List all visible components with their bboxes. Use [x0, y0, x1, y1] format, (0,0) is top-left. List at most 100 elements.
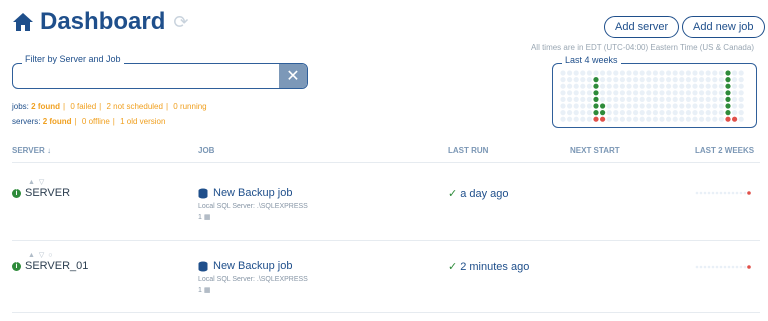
last-2-weeks-sparkline — [695, 191, 751, 195]
grid-cell — [699, 103, 705, 109]
jobs-running-link[interactable]: 0 running — [173, 102, 206, 111]
grid-cell — [738, 103, 744, 109]
sparkline-dot — [699, 191, 703, 195]
job-link[interactable]: New Backup job — [198, 260, 293, 272]
job-name: New Backup job — [213, 260, 293, 272]
info-icon[interactable]: i — [12, 188, 21, 198]
page-title: Dashboard — [40, 8, 166, 35]
server-name[interactable]: SERVER — [25, 187, 70, 199]
grid-cell — [659, 83, 665, 89]
grid-cell — [633, 83, 639, 89]
last-run: ✓ 2 minutes ago — [448, 261, 530, 273]
grid-cell — [685, 116, 691, 122]
grid-cell — [725, 116, 731, 122]
job-count: 1 ▦ — [198, 214, 211, 221]
column-last-2-weeks[interactable]: LAST 2 WEEKS — [695, 146, 754, 155]
refresh-icon[interactable]: ⟳ — [173, 13, 188, 31]
jobs-found-link[interactable]: 2 found — [31, 102, 60, 111]
grid-cell — [633, 77, 639, 83]
job-link[interactable]: New Backup job — [198, 187, 293, 199]
servers-old-version-link[interactable]: 1 old version — [120, 117, 165, 126]
grid-cell — [619, 116, 625, 122]
filter-box: ✕ — [12, 63, 308, 89]
page-header: Dashboard ⟳ — [12, 8, 188, 36]
grid-cell — [705, 110, 711, 116]
filter-input[interactable] — [19, 64, 283, 88]
grid-cell — [580, 77, 586, 83]
grid-cell — [672, 110, 678, 116]
jobs-failed-link[interactable]: 0 failed — [70, 102, 96, 111]
clear-filter-button[interactable]: ✕ — [279, 64, 307, 88]
grid-cell — [626, 77, 632, 83]
job-source: Local SQL Server: .\SQLEXPRESS — [198, 276, 308, 283]
column-server[interactable]: SERVER ↓ — [12, 146, 51, 155]
grid-cell — [725, 96, 731, 102]
grid-cell — [738, 116, 744, 122]
grid-cell — [672, 70, 678, 76]
grid-cell — [738, 90, 744, 96]
grid-cell — [560, 70, 566, 76]
servers-found-link[interactable]: 2 found — [43, 117, 72, 126]
add-server-button[interactable]: Add server — [604, 16, 680, 38]
grid-cell — [619, 90, 625, 96]
sparkline-dot — [711, 191, 715, 195]
grid-cell — [626, 103, 632, 109]
database-icon — [198, 188, 208, 198]
grid-cell — [600, 96, 606, 102]
database-icon — [198, 261, 208, 271]
sparkline-dot — [739, 191, 743, 195]
grid-cell — [666, 90, 672, 96]
grid-cell — [725, 103, 731, 109]
grid-cell — [586, 70, 592, 76]
servers-label: servers: — [12, 117, 41, 126]
grid-cell — [613, 110, 619, 116]
home-icon[interactable] — [12, 12, 34, 32]
grid-cell — [679, 77, 685, 83]
sparkline-dot — [727, 265, 731, 269]
sparkline-dot — [719, 265, 723, 269]
grid-cell — [666, 83, 672, 89]
grid-cell — [619, 70, 625, 76]
servers-offline-link[interactable]: 0 offline — [82, 117, 110, 126]
grid-cell — [560, 116, 566, 122]
grid-cell — [593, 110, 599, 116]
grid-cell — [633, 96, 639, 102]
grid-cell — [639, 90, 645, 96]
column-job[interactable]: JOB — [198, 146, 214, 155]
grid-cell — [725, 77, 731, 83]
grid-cell — [633, 103, 639, 109]
sparkline-dot — [731, 265, 735, 269]
check-icon: ✓ — [448, 188, 458, 200]
grid-cell — [619, 83, 625, 89]
add-job-button[interactable]: Add new job — [682, 16, 765, 38]
grid-cell — [659, 90, 665, 96]
server-name[interactable]: SERVER_01 — [25, 260, 88, 272]
grid-cell — [652, 77, 658, 83]
grid-cell — [586, 103, 592, 109]
calendar-icon: ▦ — [203, 214, 211, 221]
grid-cell — [586, 96, 592, 102]
grid-cell — [712, 83, 718, 89]
grid-cell — [586, 116, 592, 122]
grid-cell — [593, 103, 599, 109]
grid-cell — [652, 110, 658, 116]
grid-cell — [705, 96, 711, 102]
grid-cell — [699, 90, 705, 96]
grid-cell — [679, 116, 685, 122]
server-status-icons: ▲ ▽ ○ — [28, 252, 54, 259]
sparkline-dot — [743, 265, 747, 269]
column-next-start[interactable]: NEXT START — [570, 146, 620, 155]
grid-cell — [567, 103, 573, 109]
column-last-run[interactable]: LAST RUN — [448, 146, 488, 155]
grid-cell — [593, 96, 599, 102]
job-name: New Backup job — [213, 187, 293, 199]
info-icon[interactable]: i — [12, 261, 21, 271]
grid-cell — [606, 110, 612, 116]
grid-cell — [685, 70, 691, 76]
grid-cell — [580, 83, 586, 89]
grid-cell — [666, 103, 672, 109]
sparkline-dot — [735, 265, 739, 269]
grid-cell — [639, 116, 645, 122]
jobs-not-scheduled-link[interactable]: 2 not scheduled — [106, 102, 163, 111]
grid-cell — [685, 77, 691, 83]
